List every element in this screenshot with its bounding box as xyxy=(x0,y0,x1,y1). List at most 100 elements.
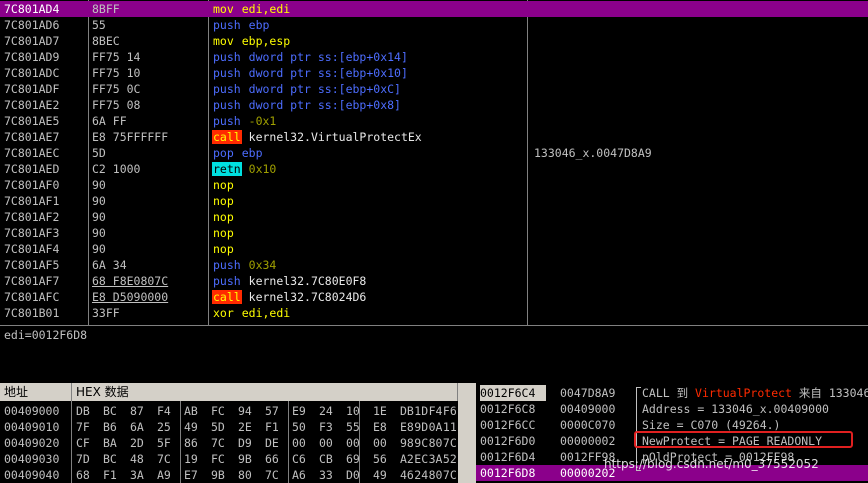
disasm-address: 7C801AD6 xyxy=(4,18,60,32)
dump-address: 00409000 xyxy=(4,404,60,418)
dump-byte: 7D xyxy=(76,452,90,466)
dump-byte: 80 xyxy=(428,436,443,450)
disasm-row[interactable]: 7C801AE7 E8 75FFFFFF call kernel32.Virtual… xyxy=(0,129,868,145)
dump-byte: 7C xyxy=(442,436,457,450)
disasm-hex-bytes: 90 xyxy=(92,194,106,208)
disasm-instruction: push dword ptr ss:[ebp+0x8] xyxy=(212,97,401,113)
disasm-hex-bytes: 90 xyxy=(92,178,106,192)
disasm-row[interactable]: 7C801AF0 90 nop xyxy=(0,177,868,193)
dump-byte: CF xyxy=(76,436,90,450)
disasm-hex-bytes: 5D xyxy=(92,146,106,160)
disasm-address: 7C801AF1 xyxy=(4,194,60,208)
disasm-mnemonic: push xyxy=(213,82,241,96)
disasm-address: 7C801AE2 xyxy=(4,98,60,112)
disasm-row[interactable]: 7C801AEC 5D pop ebp 133046_x.0047D8A9 xyxy=(0,145,868,161)
dump-byte: E7 xyxy=(184,468,198,482)
stack-value: 0000C070 xyxy=(560,418,616,432)
disasm-mnemonic: nop xyxy=(213,242,234,256)
column-divider xyxy=(288,401,289,483)
dump-byte: 46 xyxy=(400,468,414,482)
disasm-operands: dword ptr ss:[ebp+0x14] xyxy=(248,50,408,64)
dump-byte: A9 xyxy=(157,468,171,482)
disasm-row[interactable]: 7C801AD6 55 push ebp xyxy=(0,17,868,33)
dump-byte: F6 xyxy=(442,404,457,418)
disasm-hex-bytes: 8BFF xyxy=(92,2,120,16)
stack-row[interactable]: 0012F6C8 00409000 Address = 133046_x.00409… xyxy=(476,401,868,417)
dump-byte: F4 xyxy=(157,404,171,418)
disasm-row[interactable]: 7C801AF1 90 nop xyxy=(0,193,868,209)
disasm-address: 7C801AEC xyxy=(4,146,60,160)
disasm-hex-bytes: FF75 0C xyxy=(92,82,141,96)
dump-byte: 80 xyxy=(428,468,443,482)
dump-header-hex[interactable]: HEX 数据 xyxy=(72,383,458,401)
disasm-row[interactable]: 7C801AD9 FF75 14 push dword ptr ss:[ebp+0x… xyxy=(0,49,868,65)
disasm-mnemonic: push xyxy=(213,114,241,128)
dump-byte: 57 xyxy=(265,404,279,418)
disasm-hex-bytes: 6A FF xyxy=(92,114,127,128)
disasm-hex-bytes: 90 xyxy=(92,242,106,256)
dump-byte: 98 xyxy=(400,436,414,450)
disasm-row[interactable]: 7C801ADC FF75 10 push dword ptr ss:[ebp+0x… xyxy=(0,65,868,81)
dump-byte: 2E xyxy=(238,420,252,434)
dump-byte: F1 xyxy=(103,468,117,482)
dump-header-address[interactable]: 地址 xyxy=(0,383,72,401)
disasm-operands: dword ptr ss:[ebp+0x8] xyxy=(248,98,401,112)
disasm-address: 7C801B01 xyxy=(4,306,60,320)
disasm-address: 7C801AF5 xyxy=(4,258,60,272)
stack-comment-function: VirtualProtect xyxy=(695,386,792,400)
dump-address: 00409020 xyxy=(4,436,60,450)
disasm-operands: ebp,esp xyxy=(241,34,291,48)
dump-byte: FC xyxy=(211,452,225,466)
disasm-mnemonic: nop xyxy=(213,226,234,240)
disasm-instruction: xor edi,edi xyxy=(212,305,290,321)
disasm-mnemonic: push xyxy=(213,274,241,288)
disasm-hex-bytes: 90 xyxy=(92,210,106,224)
disasm-hex-bytes: E8 75FFFFFF xyxy=(92,130,169,144)
disasm-instruction: push ebp xyxy=(212,17,269,33)
dump-byte: 94 xyxy=(238,404,252,418)
disasm-row[interactable]: 7C801AE2 FF75 08 push dword ptr ss:[ebp+0x… xyxy=(0,97,868,113)
disasm-row[interactable]: 7C801AD7 8BEC mov ebp,esp xyxy=(0,33,868,49)
dump-address: 00409030 xyxy=(4,452,60,466)
dump-byte: 00 xyxy=(319,436,333,450)
dump-byte: EC xyxy=(414,452,429,466)
dump-byte: 87 xyxy=(130,404,144,418)
disasm-mnemonic: push xyxy=(213,18,241,32)
disasm-row[interactable]: 7C801AFC E8 D5090000 call kernel32.7C8024D… xyxy=(0,289,868,305)
dump-byte: 3A xyxy=(428,452,443,466)
disasm-hex-bytes: 6A 34 xyxy=(92,258,127,272)
disasm-instruction: pop ebp xyxy=(212,145,263,161)
disasm-hex-bytes: FF75 10 xyxy=(92,66,141,80)
dump-byte: 69 xyxy=(346,452,360,466)
column-divider xyxy=(71,401,72,483)
disasm-row[interactable]: 7C801AF5 6A 34 push 0x34 xyxy=(0,257,868,273)
dump-byte: 00 xyxy=(292,436,306,450)
pane-splitter[interactable] xyxy=(458,383,476,483)
disasm-row-selected[interactable]: 7C801AD4 8BFF mov edi,edi xyxy=(0,1,868,17)
dump-byte: 24 xyxy=(319,404,333,418)
disasm-row[interactable]: 7C801AE5 6A FF push -0x1 xyxy=(0,113,868,129)
stack-row[interactable]: 0012F6C4 0047D8A9 CALL 到 VirtualProtect 来自… xyxy=(476,385,868,401)
hex-dump-pane[interactable]: 地址 HEX 数据 00409000 DB BC 87 F4 AB FC 94 57 E9 24 10… xyxy=(0,383,458,483)
disasm-row[interactable]: 7C801B01 33FF xor edi,edi xyxy=(0,305,868,321)
stack-address: 0012F6C8 xyxy=(480,402,536,416)
disasm-row[interactable]: 7C801AF7 68 F8E0807C push kernel32.7C80E0F… xyxy=(0,273,868,289)
disasm-row[interactable]: 7C801AED C2 1000 retn 0x10 xyxy=(0,161,868,177)
disasm-row[interactable]: 7C801ADF FF75 0C push dword ptr ss:[ebp+0x… xyxy=(0,81,868,97)
disasm-instruction: mov edi,edi xyxy=(212,1,290,17)
stack-address: 0012F6CC xyxy=(480,418,536,432)
stack-address: 0012F6D0 xyxy=(480,434,536,448)
info-pane: edi=0012F6D8 xyxy=(0,325,868,384)
dump-byte: 0A xyxy=(428,420,443,434)
disasm-row[interactable]: 7C801AF2 90 nop xyxy=(0,209,868,225)
info-text: edi=0012F6D8 xyxy=(4,328,88,342)
disasm-hex-bytes: E8 D5090000 xyxy=(92,290,169,304)
disasm-row[interactable]: 7C801AF4 90 nop xyxy=(0,241,868,257)
disassembly-pane[interactable]: 7C801AD4 8BFF mov edi,edi 7C801AD6 55 push eb… xyxy=(0,0,868,325)
disasm-address: 7C801AF4 xyxy=(4,242,60,256)
disasm-instruction: call kernel32.VirtualProtectEx xyxy=(212,129,422,145)
dump-byte: 7F xyxy=(76,420,90,434)
disasm-address: 7C801ADF xyxy=(4,82,60,96)
disasm-row[interactable]: 7C801AF3 90 nop xyxy=(0,225,868,241)
disasm-instruction: nop xyxy=(212,225,242,241)
